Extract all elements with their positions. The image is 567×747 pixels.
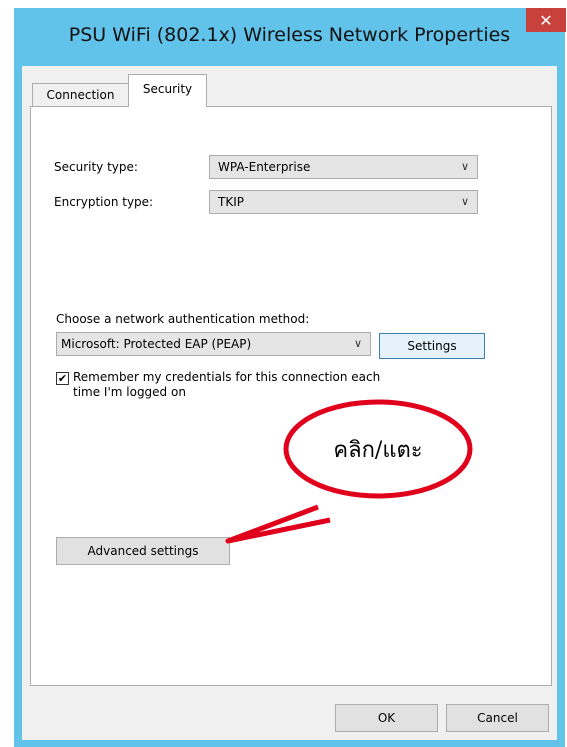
callout-bubble: คลิก/แตะ <box>282 398 474 500</box>
callout-tail <box>225 504 331 544</box>
callout-pointer <box>225 504 331 544</box>
tab-security[interactable]: Security <box>128 74 207 107</box>
callout-text: คลิก/แตะ <box>333 438 423 463</box>
